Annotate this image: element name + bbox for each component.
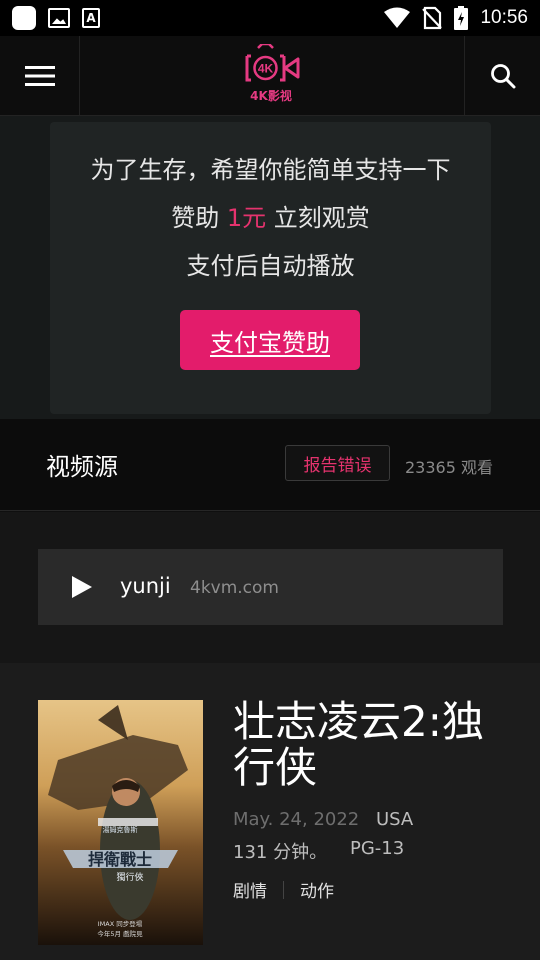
play-icon — [72, 576, 92, 598]
view-count: 23365 观看 — [405, 458, 493, 477]
status-bar: A 10:56 — [0, 0, 540, 36]
wifi-icon — [384, 7, 411, 28]
genre-list: 剧情 动作 — [233, 877, 334, 902]
battery-charging-icon — [454, 6, 469, 30]
app-icon — [12, 6, 36, 30]
poster-main-title: 捍衛戰士 — [88, 850, 152, 869]
movie-poster[interactable]: 湯姆克魯斯 捍衛戰士 獨行俠 IMAX 同步登場 今年5月 戲院見 — [38, 700, 203, 945]
status-time: 10:56 — [480, 7, 528, 28]
donation-message: 为了生存，希望你能简单支持一下 — [90, 156, 451, 184]
poster-bottom-line-2: 今年5月 戲院見 — [97, 929, 143, 938]
video-source-title: 视频源 — [46, 453, 118, 481]
donation-suffix: 立刻观赏 — [266, 204, 370, 232]
movie-runtime: 131 分钟。 — [233, 842, 328, 863]
image-icon — [48, 8, 70, 28]
genre-tag[interactable]: 剧情 — [233, 877, 267, 902]
source-domain: 4kvm.com — [190, 578, 279, 598]
genre-divider — [283, 880, 284, 899]
source-name: yunji — [120, 574, 171, 598]
app-logo[interactable]: 4K 4K影视 — [238, 42, 304, 104]
video-source-list: yunji 4kvm.com — [0, 512, 540, 663]
menu-button[interactable] — [0, 36, 80, 115]
donation-card: 为了生存，希望你能简单支持一下 赞助 1元 立刻观赏 支付后自动播放 支付宝赞助 — [50, 122, 491, 414]
alipay-donate-button[interactable]: 支付宝赞助 — [180, 310, 360, 370]
video-source-header: 视频源 报告错误 23365 观看 — [0, 419, 540, 511]
poster-bottom-line-1: IMAX 同步登場 — [98, 919, 143, 928]
app-bar: 4K 4K影视 — [0, 36, 540, 116]
search-button[interactable] — [464, 36, 540, 115]
donation-amount-line: 赞助 1元 立刻观赏 — [50, 198, 491, 233]
video-source-item[interactable]: yunji 4kvm.com — [38, 549, 503, 625]
donation-autoplay-note: 支付后自动播放 — [186, 252, 355, 280]
movie-country: USA — [376, 809, 414, 830]
genre-tag[interactable]: 动作 — [300, 877, 334, 902]
poster-sub-title: 獨行俠 — [116, 871, 143, 883]
a-badge-icon: A — [82, 8, 100, 28]
movie-title: 壮志凌云2:独行侠 — [233, 697, 484, 792]
search-icon — [490, 63, 515, 88]
donation-amount: 1元 — [226, 204, 267, 232]
release-date: May. 24, 2022 — [233, 809, 360, 830]
logo-badge: 4K — [258, 62, 274, 76]
logo-text: 4K影视 — [250, 89, 292, 103]
donation-prefix: 赞助 — [171, 204, 227, 232]
menu-icon — [24, 65, 55, 86]
report-error-button[interactable]: 报告错误 — [285, 445, 390, 481]
donation-area: 为了生存，希望你能简单支持一下 赞助 1元 立刻观赏 支付后自动播放 支付宝赞助 — [0, 116, 540, 419]
poster-artwork: 湯姆克魯斯 捍衛戰士 獨行俠 IMAX 同步登場 今年5月 戲院見 — [38, 700, 203, 945]
movie-info: 湯姆克魯斯 捍衛戰士 獨行俠 IMAX 同步登場 今年5月 戲院見 壮志凌云2:… — [0, 663, 540, 960]
camera-logo-icon: 4K — [245, 42, 300, 82]
no-sim-icon — [422, 6, 443, 30]
movie-rating: PG-13 — [350, 838, 405, 859]
poster-top-line: 湯姆克魯斯 — [103, 825, 138, 834]
